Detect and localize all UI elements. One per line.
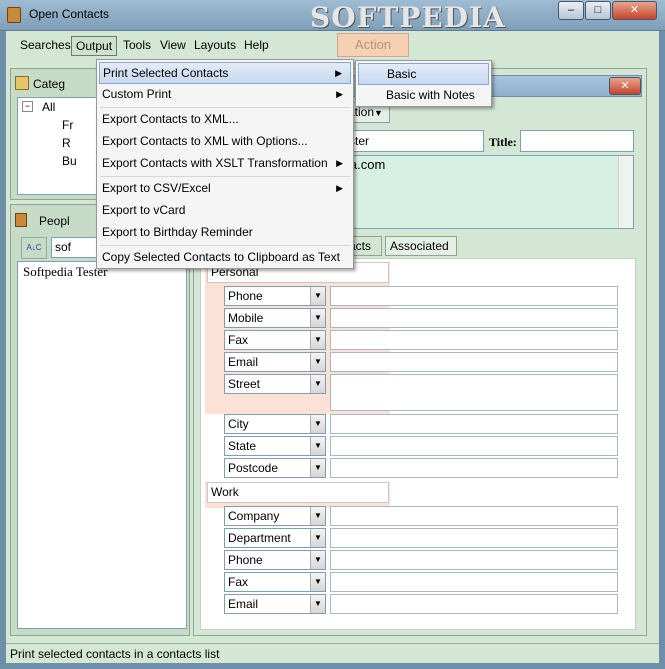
- chevron-down-icon[interactable]: ▼: [310, 437, 325, 455]
- work-label: Work: [207, 482, 389, 503]
- tree-item-friends[interactable]: Fr: [62, 118, 73, 132]
- menu-custom-print[interactable]: Custom Print ▶: [99, 84, 351, 106]
- work-value-2[interactable]: [330, 528, 618, 548]
- menu-searches[interactable]: Searches: [16, 36, 75, 56]
- contact-name-field[interactable]: ster: [344, 130, 484, 152]
- menu-bar: Searches Output Tools View Layouts Help: [8, 33, 328, 59]
- tree-item-all[interactable]: All: [42, 100, 55, 114]
- menu-copy-clipboard[interactable]: Copy Selected Contacts to Clipboard as T…: [99, 247, 351, 269]
- chevron-down-icon[interactable]: ▼: [310, 287, 325, 305]
- submenu-arrow-icon: ▶: [336, 89, 343, 99]
- people-icon: [15, 213, 27, 227]
- work-type-4[interactable]: Fax ▼: [224, 572, 326, 592]
- personal-type-3[interactable]: Fax ▼: [224, 330, 326, 350]
- menu-export-csv[interactable]: Export to CSV/Excel ▶: [99, 178, 351, 200]
- tree-item-relatives[interactable]: R: [62, 136, 71, 150]
- output-menu: Print Selected Contacts ▶ Custom Print ▶ E…: [96, 59, 354, 269]
- personal-value-6[interactable]: [330, 414, 618, 434]
- personal-type-1[interactable]: Phone ▼: [224, 286, 326, 306]
- menu-print-selected-contacts[interactable]: Print Selected Contacts ▶: [99, 62, 351, 84]
- tree-item-business[interactable]: Bu: [62, 154, 77, 168]
- menu-export-xml[interactable]: Export Contacts to XML...: [99, 109, 351, 131]
- watermark: SOFTPEDIA: [310, 1, 506, 34]
- tabs-row: acts Associated: [344, 236, 644, 258]
- personal-type-7[interactable]: State ▼: [224, 436, 326, 456]
- street-textarea[interactable]: [330, 374, 618, 411]
- chevron-down-icon[interactable]: ▼: [310, 573, 325, 591]
- submenu-basic-with-notes[interactable]: Basic with Notes: [358, 85, 489, 107]
- personal-type-8[interactable]: Postcode ▼: [224, 458, 326, 478]
- menu-separator: [100, 245, 350, 246]
- print-submenu: Basic Basic with Notes: [355, 60, 492, 107]
- chevron-down-icon: ▼: [374, 108, 383, 118]
- menu-output[interactable]: Output: [71, 36, 118, 56]
- menu-export-birthday[interactable]: Export to Birthday Reminder: [99, 222, 351, 244]
- menu-export-xml-options[interactable]: Export Contacts to XML with Options...: [99, 131, 351, 153]
- chevron-down-icon[interactable]: ▼: [310, 507, 325, 525]
- personal-value-2[interactable]: [330, 308, 618, 328]
- work-value-5[interactable]: [330, 594, 618, 614]
- action-button[interactable]: Action: [337, 33, 409, 57]
- maximize-button[interactable]: □: [585, 1, 611, 20]
- notes-area[interactable]: ia.com: [344, 155, 634, 229]
- submenu-basic[interactable]: Basic: [358, 63, 489, 85]
- menu-tools[interactable]: Tools: [119, 36, 155, 56]
- chevron-down-icon[interactable]: ▼: [310, 551, 325, 569]
- title-label: Title:: [489, 135, 517, 149]
- work-type-5[interactable]: Email ▼: [224, 594, 326, 614]
- menu-separator: [100, 176, 350, 177]
- work-type-3[interactable]: Phone ▼: [224, 550, 326, 570]
- work-value-4[interactable]: [330, 572, 618, 592]
- personal-value-7[interactable]: [330, 436, 618, 456]
- status-bar: Print selected contacts in a contacts li…: [6, 643, 659, 663]
- window-title: Open Contacts: [29, 7, 110, 21]
- personal-value-1[interactable]: [330, 286, 618, 306]
- personal-value-8[interactable]: [330, 458, 618, 478]
- work-value-1[interactable]: [330, 506, 618, 526]
- status-text: Print selected contacts in a contacts li…: [10, 647, 220, 661]
- people-title: Peopl: [39, 214, 70, 228]
- chevron-down-icon[interactable]: ▼: [310, 353, 325, 371]
- chevron-down-icon[interactable]: ▼: [310, 529, 325, 547]
- minimize-button[interactable]: –: [558, 1, 584, 20]
- categories-title: Categ: [33, 77, 66, 91]
- personal-value-3[interactable]: [330, 330, 618, 350]
- menu-help[interactable]: Help: [240, 36, 273, 56]
- title-field[interactable]: [520, 130, 634, 152]
- menu-view[interactable]: View: [156, 36, 190, 56]
- chevron-down-icon[interactable]: ▼: [310, 331, 325, 349]
- menu-export-vcard[interactable]: Export to vCard: [99, 200, 351, 222]
- menu-separator: [100, 107, 350, 108]
- menu-layouts[interactable]: Layouts: [190, 36, 240, 56]
- people-list[interactable]: Softpedia Tester: [17, 261, 187, 629]
- submenu-arrow-icon: ▶: [336, 158, 343, 168]
- submenu-arrow-icon: ▶: [335, 68, 342, 78]
- people-list-item[interactable]: Softpedia Tester: [23, 264, 107, 280]
- chevron-down-icon[interactable]: ▼: [310, 375, 325, 393]
- app-icon: [7, 7, 21, 23]
- personal-type-6[interactable]: City ▼: [224, 414, 326, 434]
- work-value-3[interactable]: [330, 550, 618, 570]
- contact-close-button[interactable]: ✕: [609, 77, 641, 95]
- title-bar: Open Contacts SOFTPEDIA – □ ✕: [0, 0, 665, 34]
- personal-type-4[interactable]: Email ▼: [224, 352, 326, 372]
- close-button[interactable]: ✕: [612, 1, 657, 20]
- work-type-1[interactable]: Company ▼: [224, 506, 326, 526]
- tab-associated[interactable]: Associated: [385, 236, 457, 256]
- sort-icon[interactable]: A↓C: [21, 237, 47, 259]
- personal-value-4[interactable]: [330, 352, 618, 372]
- chevron-down-icon[interactable]: ▼: [310, 595, 325, 613]
- personal-type-2[interactable]: Mobile ▼: [224, 308, 326, 328]
- menu-export-xslt[interactable]: Export Contacts with XSLT Transformation…: [99, 153, 351, 175]
- work-type-2[interactable]: Department ▼: [224, 528, 326, 548]
- chevron-down-icon[interactable]: ▼: [310, 309, 325, 327]
- submenu-arrow-icon: ▶: [336, 183, 343, 193]
- categories-icon: [15, 76, 29, 90]
- chevron-down-icon[interactable]: ▼: [310, 415, 325, 433]
- notes-scrollbar[interactable]: [618, 156, 633, 228]
- chevron-down-icon[interactable]: ▼: [310, 459, 325, 477]
- personal-type-5[interactable]: Street ▼: [224, 374, 326, 394]
- tree-toggle-icon[interactable]: −: [22, 101, 33, 112]
